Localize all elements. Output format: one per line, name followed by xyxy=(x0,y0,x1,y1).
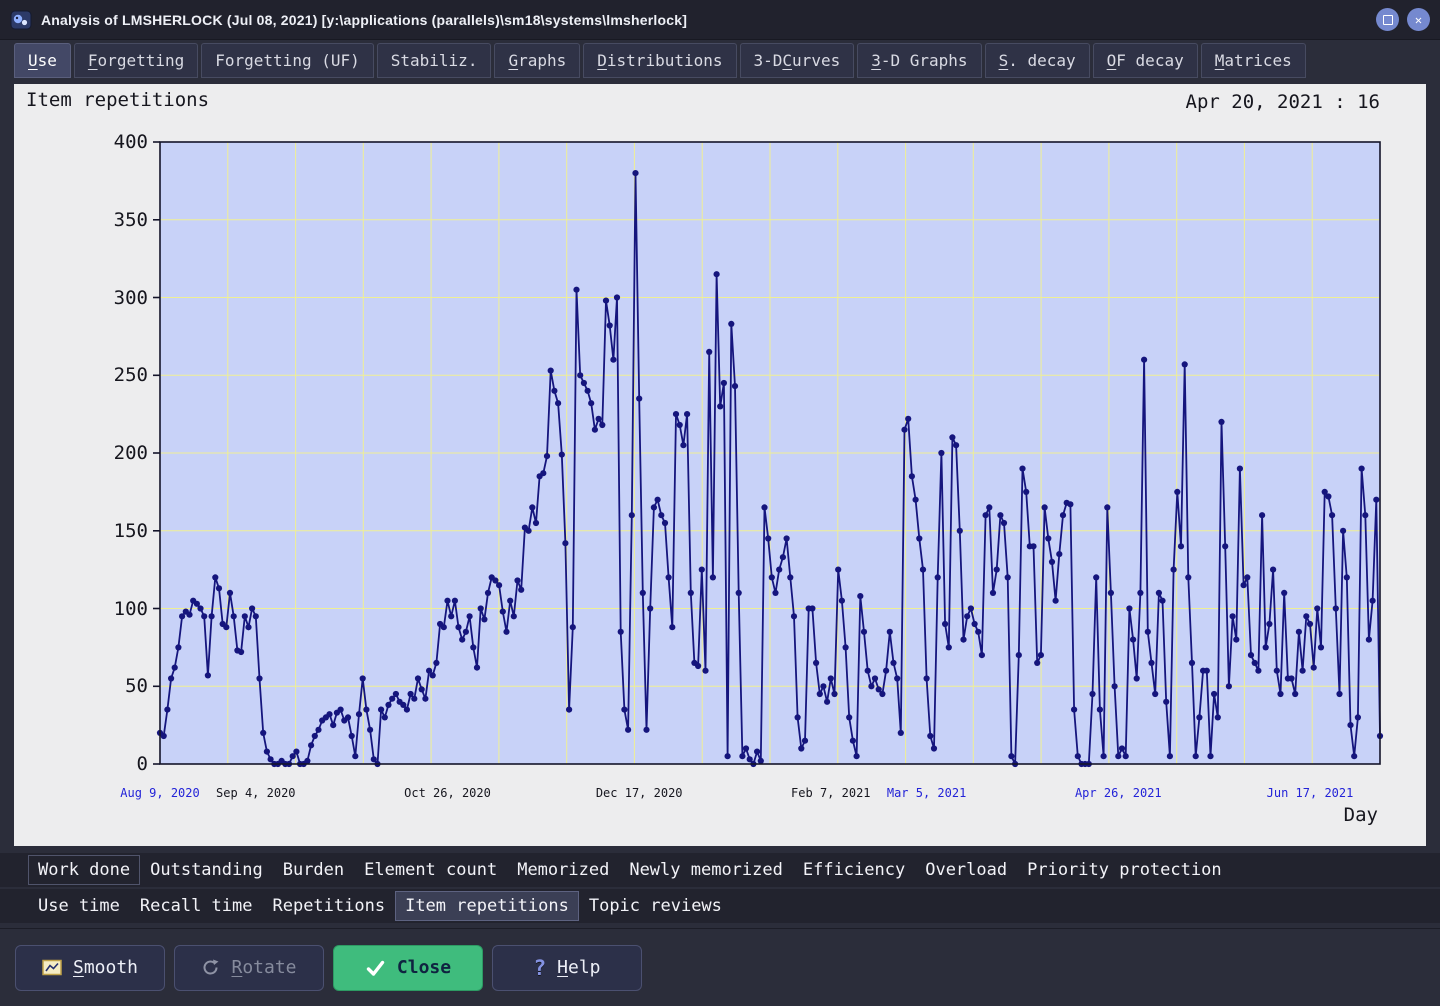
x-tick-label: Apr 26, 2021 xyxy=(1074,786,1162,800)
app-icon xyxy=(10,9,32,31)
bottom-tab-priority-protection[interactable]: Priority protection xyxy=(1017,855,1231,885)
tab-bar: Use Forgetting Forgetting (UF) Stabiliz. Gra… xyxy=(0,42,1440,78)
bottom-tab-efficiency[interactable]: Efficiency xyxy=(793,855,915,885)
help-button[interactable]: ? Help xyxy=(492,944,642,991)
x-tick-label: Dec 17, 2020 xyxy=(595,786,683,800)
x-tick-label: Oct 26, 2020 xyxy=(404,786,491,800)
bottom-tab-memorized[interactable]: Memorized xyxy=(507,855,619,885)
x-tick-label: Sep 4, 2020 xyxy=(216,786,296,800)
bottom-tab-outstanding[interactable]: Outstanding xyxy=(140,855,273,885)
close-button[interactable]: Close xyxy=(333,944,483,991)
tab-graphs[interactable]: Graphs xyxy=(494,43,581,78)
window-title: Analysis of LMSHERLOCK (Jul 08, 2021) [y… xyxy=(41,11,688,28)
y-tick-label: 50 xyxy=(125,675,148,698)
tab-3-d-curves[interactable]: 3-D Curves xyxy=(739,43,855,78)
y-tick-label: 250 xyxy=(113,364,148,387)
x-tick-label: Jun 17, 2021 xyxy=(1266,786,1354,800)
bottom-tab-newly-memorized[interactable]: Newly memorized xyxy=(619,855,793,885)
help-question-icon: ? xyxy=(533,955,547,980)
tab-use[interactable]: Use xyxy=(14,43,71,78)
bottom-tab-row-2: Use time Recall time Repetitions Item repet… xyxy=(0,889,1440,923)
bottom-tab-overload[interactable]: Overload xyxy=(915,855,1017,885)
tab-forgetting[interactable]: Forgetting xyxy=(73,43,199,78)
tab-3-d-graphs[interactable]: 3 -D Graphs xyxy=(857,43,982,78)
smooth-button[interactable]: Smooth xyxy=(15,944,165,991)
bottom-tab-element-count[interactable]: Element count xyxy=(354,855,507,885)
bottom-tab-repetitions[interactable]: Repetitions xyxy=(262,891,395,921)
chart-title: Item repetitions xyxy=(26,89,210,111)
bottom-tab-topic-reviews[interactable]: Topic reviews xyxy=(579,891,732,921)
y-tick-label: 100 xyxy=(113,597,148,620)
y-tick-label: 200 xyxy=(113,442,148,464)
maximize-button[interactable] xyxy=(1376,8,1399,31)
y-tick-label: 150 xyxy=(113,519,148,542)
chart-panel: Item repetitions Apr 20, 2021 : 16 0 50 10… xyxy=(14,84,1426,846)
x-tick-label: Aug 9, 2020 xyxy=(120,786,200,800)
button-bar: Smooth Rotate Close ? Help xyxy=(0,928,1440,1006)
window-titlebar[interactable]: Analysis of LMSHERLOCK (Jul 08, 2021) [y… xyxy=(0,0,1440,40)
bottom-tab-row-1: Work done Outstanding Burden Element count M… xyxy=(0,853,1440,887)
y-tick-label: 400 xyxy=(113,131,148,153)
repetitions-chart[interactable] xyxy=(153,141,1384,768)
smooth-chart-icon xyxy=(42,959,62,976)
bottom-tab-burden[interactable]: Burden xyxy=(273,855,354,885)
tab-matrices[interactable]: Matrices xyxy=(1200,43,1306,78)
window-controls: ✕ xyxy=(1376,8,1430,31)
tab-distributions[interactable]: Distributions xyxy=(583,43,737,78)
bottom-tab-work-done[interactable]: Work done xyxy=(28,855,141,885)
tab-s-decay[interactable]: S. decay xyxy=(984,43,1090,78)
rotate-icon xyxy=(201,958,220,977)
y-axis-labels: 0 50 100 150 200 250 300 350 400 xyxy=(52,84,148,846)
x-axis-title: Day xyxy=(1343,804,1378,826)
y-tick-label: 350 xyxy=(113,208,148,231)
bottom-tab-item-repetitions[interactable]: Item repetitions xyxy=(395,891,579,921)
y-tick-label: 0 xyxy=(136,753,148,775)
bottom-tab-use-time[interactable]: Use time xyxy=(28,891,130,921)
bottom-tab-recall-time[interactable]: Recall time xyxy=(130,891,263,921)
x-tick-label: Mar 5, 2021 xyxy=(886,786,967,800)
cursor-readout: Apr 20, 2021 : 16 xyxy=(1185,91,1380,113)
check-icon xyxy=(365,958,386,978)
x-tick-label: Feb 7, 2021 xyxy=(791,786,871,800)
y-tick-label: 300 xyxy=(113,286,148,309)
tab-of-decay[interactable]: OF decay xyxy=(1092,43,1198,78)
tab-stabiliz[interactable]: Stabiliz. xyxy=(376,43,492,78)
tab-forgetting-uf[interactable]: Forgetting (UF) xyxy=(201,43,374,78)
close-window-button[interactable]: ✕ xyxy=(1407,8,1430,31)
rotate-button[interactable]: Rotate xyxy=(174,944,324,991)
